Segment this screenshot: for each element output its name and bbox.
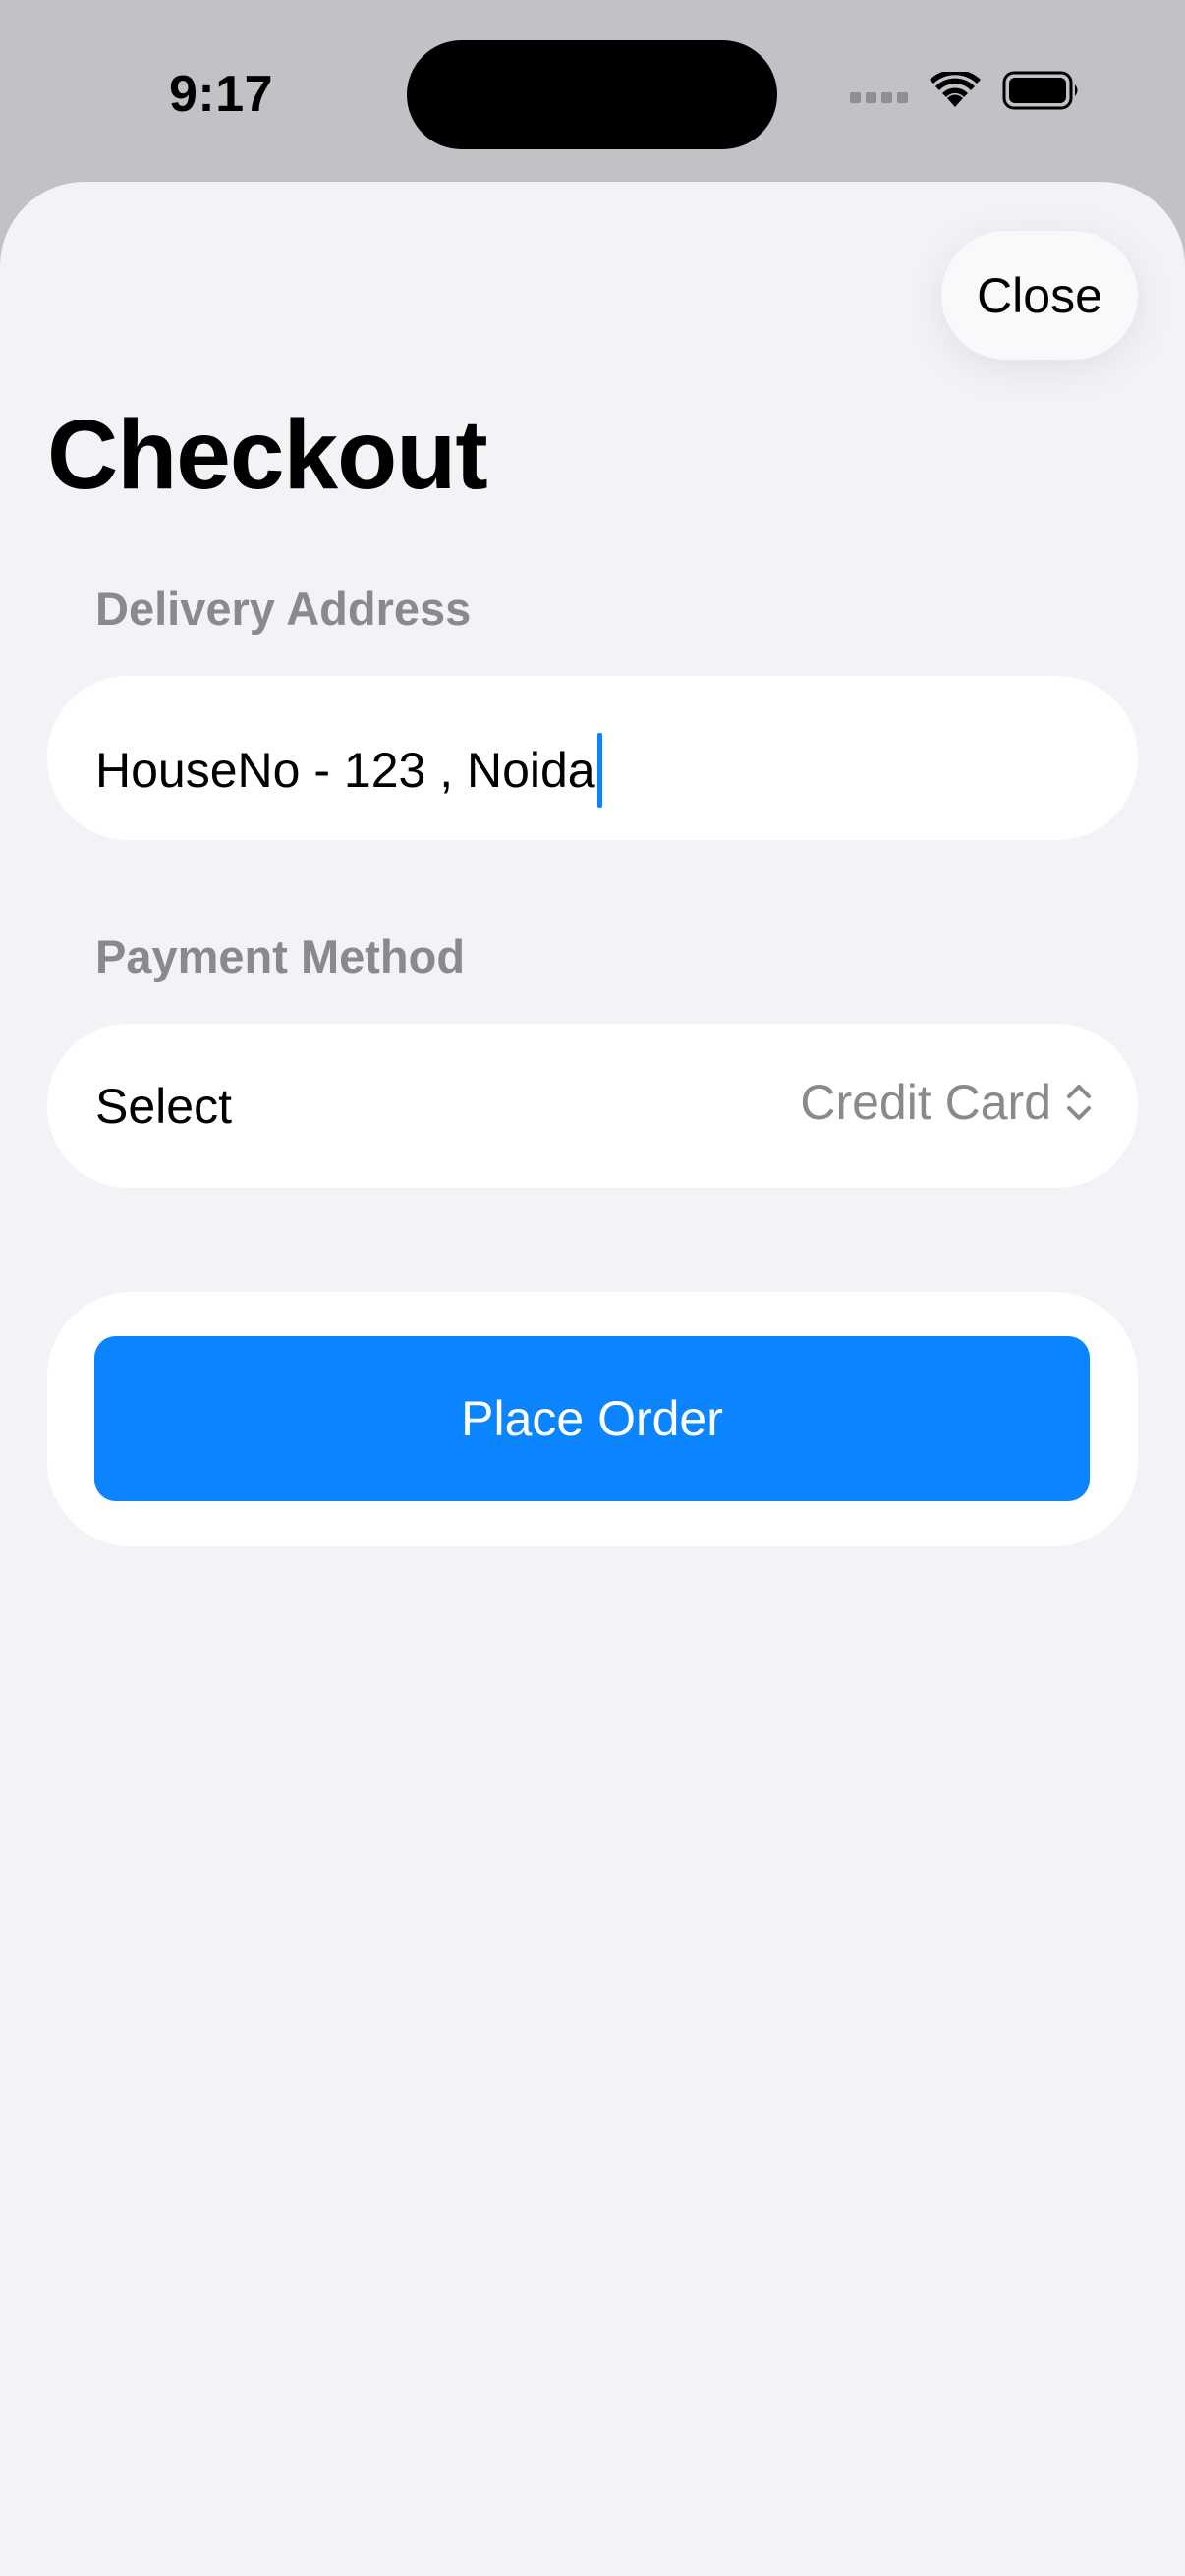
payment-method-header: Payment Method bbox=[95, 930, 466, 982]
page-title: Checkout bbox=[47, 400, 488, 510]
dynamic-island bbox=[407, 40, 777, 149]
delivery-address-header: Delivery Address bbox=[95, 583, 472, 635]
text-cursor bbox=[596, 733, 602, 808]
checkout-sheet: Close Checkout Delivery Address HouseNo … bbox=[0, 182, 1185, 2576]
payment-selected-value: Credit Card bbox=[800, 1075, 1051, 1130]
status-time: 9:17 bbox=[169, 66, 274, 123]
status-icons bbox=[850, 71, 1081, 110]
payment-picker-value-wrap[interactable]: Credit Card bbox=[800, 1078, 1093, 1127]
delivery-address-field[interactable]: HouseNo - 123 , Noida bbox=[47, 676, 1138, 840]
wifi-icon bbox=[930, 72, 981, 109]
close-button[interactable]: Close bbox=[941, 231, 1138, 360]
payment-picker-label: Select bbox=[95, 1079, 232, 1134]
delivery-address-text-wrap: HouseNo - 123 , Noida bbox=[95, 733, 602, 808]
place-order-button[interactable]: Place Order bbox=[94, 1336, 1090, 1501]
chevron-updown-icon bbox=[1065, 1081, 1093, 1124]
place-order-section: Place Order bbox=[47, 1292, 1138, 1546]
battery-icon bbox=[1002, 71, 1081, 110]
payment-method-picker[interactable]: Select Credit Card bbox=[47, 1024, 1138, 1188]
cellular-icon bbox=[850, 91, 908, 103]
delivery-address-value: HouseNo - 123 , Noida bbox=[95, 743, 595, 798]
status-bar: 9:17 bbox=[0, 0, 1185, 182]
